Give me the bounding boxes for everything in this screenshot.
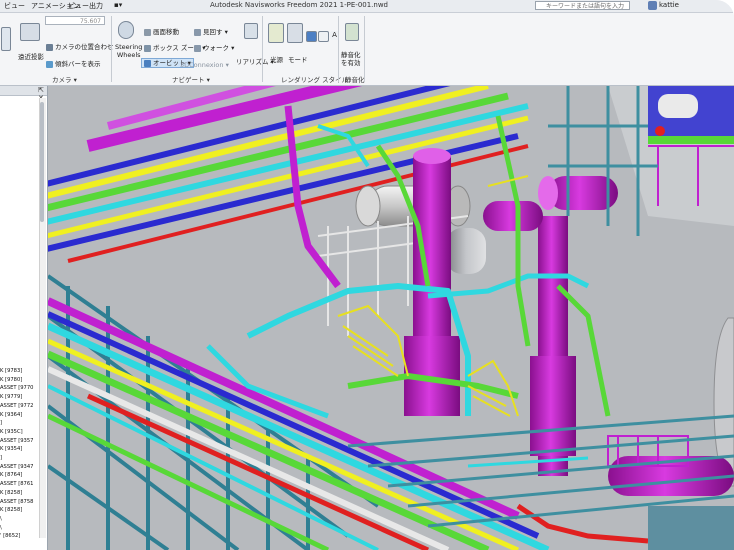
ribbon-separator (262, 16, 263, 82)
steering-wheels-button[interactable]: Steering Wheels (115, 43, 142, 59)
user-icon[interactable] (648, 1, 657, 10)
align-camera-button[interactable]: カメラの位置合わせ (46, 43, 114, 51)
tree-item[interactable]: ASSET [8758 (0, 499, 33, 505)
tree-item[interactable]: ASSET [8761 (0, 481, 33, 487)
look-around-button[interactable]: 見回す ▾ (194, 28, 228, 36)
ribbon-separator (364, 16, 365, 82)
quick-access-menu-icon[interactable]: ▪▾ (114, 1, 122, 9)
title-bar: ビュー アニメーション ビュー 出力 ▪▾ Autodesk Naviswork… (0, 0, 734, 13)
tree-item[interactable]: K [8258] (0, 490, 22, 496)
zoom-icon (144, 44, 151, 52)
ribbon: 遠近投影 75.607 カメラの位置合わせ 傾斜バーを表示 カメラ ▾ Stee… (0, 13, 734, 86)
tree-item[interactable]: ASSET [9357 (0, 438, 33, 444)
user-name[interactable]: kattie (659, 1, 679, 9)
plant-model-scene (48, 86, 734, 550)
tree-item[interactable]: K [9364] (0, 412, 22, 418)
static-icon[interactable] (345, 23, 359, 41)
camera-side-icon[interactable] (1, 27, 11, 51)
tree-item[interactable]: ] (0, 420, 2, 426)
fov-field[interactable]: 75.607 (45, 16, 105, 25)
3d-viewport[interactable] (48, 86, 734, 550)
tab-view-2[interactable]: ビュー (68, 1, 89, 11)
tree-item[interactable]: K [8764] (0, 472, 22, 478)
walk-icon (194, 44, 201, 52)
tree-item[interactable]: K [9779] (0, 394, 22, 400)
search-input[interactable]: キーワードまたは語句を入力 (535, 1, 630, 10)
tree-item[interactable]: K [9780] (0, 377, 22, 383)
render-mode-icon[interactable] (306, 31, 317, 42)
align-camera-icon (46, 43, 53, 51)
ribbon-separator (338, 16, 339, 82)
tree-item[interactable]: ASSET [9770 (0, 385, 33, 391)
line-mode-icon[interactable] (318, 31, 329, 42)
tree-item[interactable]: K [9354] (0, 446, 22, 452)
tab-output[interactable]: 出力 (89, 1, 103, 11)
navigate-group-label: ナビゲート ▾ (172, 76, 210, 84)
static-group-label: 静音化 (345, 76, 365, 84)
tree-item[interactable]: ASSET [9772 (0, 403, 33, 409)
walk-button[interactable]: ウォーク ▾ (194, 44, 234, 52)
mode-button[interactable]: モード (288, 56, 308, 64)
pan-icon (144, 28, 151, 36)
perspective-cube-icon[interactable] (20, 23, 40, 41)
mode-icon[interactable] (287, 23, 303, 43)
panel-header: ⇱ ✕ (0, 86, 47, 102)
tree-item[interactable]: K [9783] (0, 368, 22, 374)
light-button[interactable]: 光源 (270, 56, 283, 64)
tree-item[interactable]: ASSET [9347 (0, 464, 33, 470)
ribbon-separator (111, 16, 112, 82)
perspective-button[interactable]: 遠近投影 (18, 53, 44, 61)
tree-item[interactable]: \ (0, 525, 2, 531)
look-icon (194, 28, 201, 36)
camera-group-label: カメラ ▾ (52, 76, 77, 84)
tree-item[interactable]: K [935C] (0, 429, 23, 435)
tab-view-1[interactable]: ビュー (4, 1, 25, 11)
steering-wheels-icon[interactable] (118, 21, 134, 39)
3dconnexion-button[interactable]: 3DConnexion ▾ (180, 61, 229, 69)
realism-icon[interactable] (244, 23, 258, 39)
enable-static-button[interactable]: 静音化 を有効 (341, 51, 361, 67)
selection-tree-panel: ⇱ ✕ K [9783] K [9780] ASSET [9770 K [9779] A… (0, 86, 48, 550)
orbit-icon (144, 59, 151, 67)
realism-button[interactable]: リアリズム ▾ (236, 58, 274, 66)
panel-scrollbar-thumb[interactable] (40, 102, 44, 222)
tree-item[interactable]: K [8258] (0, 507, 22, 513)
tilt-bar-icon (46, 60, 53, 68)
light-icon[interactable] (268, 23, 284, 43)
window-title: Autodesk Navisworks Freedom 2021 1-PE-00… (210, 1, 389, 9)
show-tilt-bar-button[interactable]: 傾斜バーを表示 (46, 60, 101, 68)
pan-button[interactable]: 画面移動 (144, 28, 179, 36)
navisworks-window: ビュー アニメーション ビュー 出力 ▪▾ Autodesk Naviswork… (0, 0, 734, 550)
tree-item[interactable]: ' [8652] (0, 533, 20, 539)
tree-item[interactable]: ] (0, 455, 2, 461)
tree-item[interactable]: \ (0, 516, 2, 522)
